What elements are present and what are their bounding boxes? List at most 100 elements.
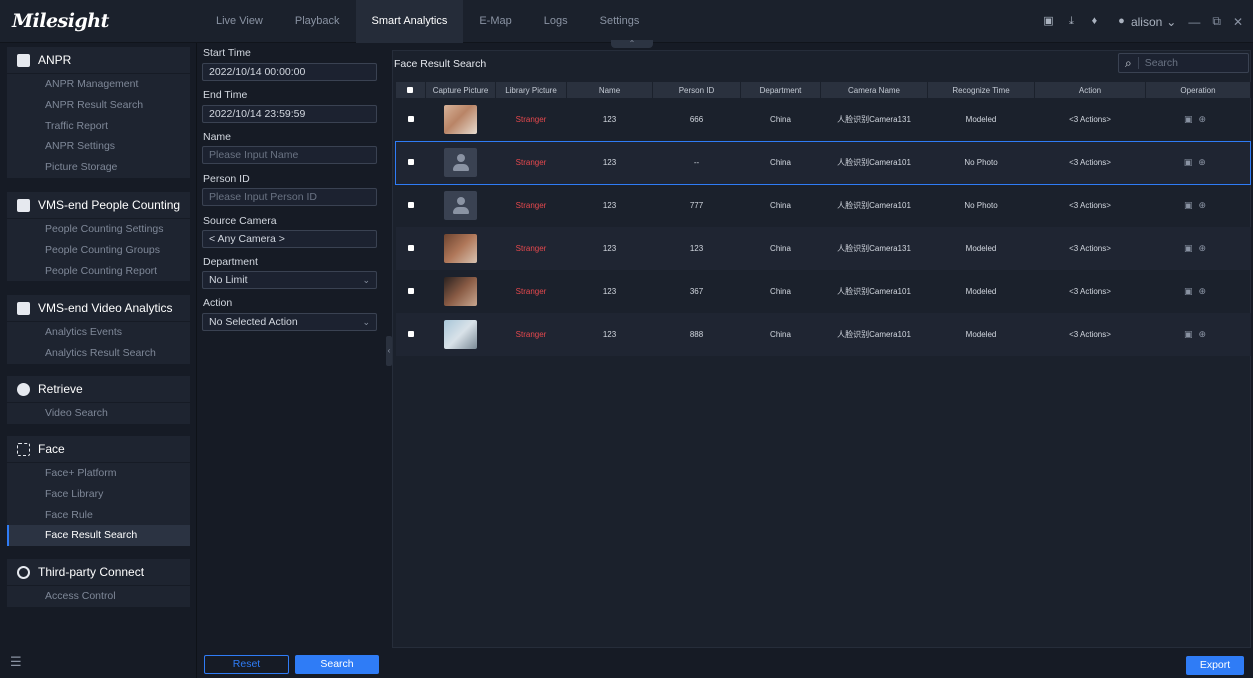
- group-head-people-counting[interactable]: VMS-end People Counting: [7, 192, 190, 219]
- detail-icon[interactable]: ▣: [1184, 157, 1199, 167]
- capture-picture[interactable]: [425, 227, 496, 270]
- sidebar-item-face-rule[interactable]: Face Rule: [7, 505, 190, 526]
- chevron-down-icon: ⌄: [362, 317, 370, 327]
- cell-operation: ▣⊕: [1146, 270, 1251, 313]
- export-button[interactable]: Export: [1186, 656, 1244, 675]
- capture-picture[interactable]: [425, 313, 496, 356]
- end-time-field[interactable]: 2022/10/14 23:59:59: [202, 105, 377, 123]
- detail-icon[interactable]: ▣: [1184, 286, 1199, 296]
- menu-collapse-icon[interactable]: ☰: [10, 654, 22, 670]
- sidebar-item-picture-storage[interactable]: Picture Storage: [7, 157, 190, 178]
- table-row[interactable]: Stranger 123 367 China 人脸识别Camera101 Mod…: [396, 270, 1251, 313]
- table-header: Capture Picture Library Picture Name Per…: [395, 82, 1251, 98]
- sidebar-item-face-result-search[interactable]: Face Result Search: [7, 525, 190, 547]
- start-time-field[interactable]: 2022/10/14 00:00:00: [202, 63, 377, 81]
- library-picture: Stranger: [515, 201, 547, 211]
- table-row[interactable]: Stranger 123 777 China 人脸识别Camera101 No …: [396, 184, 1251, 227]
- sidebar-item-face-platform[interactable]: Face+ Platform: [7, 463, 190, 484]
- detail-icon[interactable]: ▣: [1184, 200, 1199, 210]
- sidebar-item-people-counting-report[interactable]: People Counting Report: [7, 261, 190, 282]
- group-head-retrieve[interactable]: Retrieve: [7, 376, 190, 403]
- sidebar-item-face-library[interactable]: Face Library: [7, 484, 190, 505]
- sidebar-item-people-counting-settings[interactable]: People Counting Settings: [7, 219, 190, 240]
- nav-logs[interactable]: Logs: [528, 0, 584, 43]
- group-head-face[interactable]: Face: [7, 436, 190, 463]
- row-checkbox[interactable]: [396, 184, 426, 227]
- detail-icon[interactable]: ▣: [1184, 114, 1199, 124]
- capture-picture[interactable]: [426, 184, 496, 227]
- table-row[interactable]: Stranger 123 -- China 人脸识别Camera101 No P…: [395, 140, 1251, 185]
- capture-picture[interactable]: [425, 140, 496, 185]
- cell-action[interactable]: <3 Actions>: [1035, 184, 1146, 227]
- add-icon[interactable]: ⊕: [1198, 243, 1212, 253]
- nav-live-view[interactable]: Live View: [200, 0, 279, 43]
- cell-name: 123: [602, 201, 617, 211]
- person-id-input[interactable]: Please Input Person ID: [202, 188, 377, 206]
- row-checkbox[interactable]: [395, 227, 426, 270]
- detail-icon[interactable]: ▣: [1184, 243, 1199, 253]
- user-menu[interactable]: ● alison ⌄: [1116, 15, 1176, 29]
- search-button[interactable]: Search: [295, 655, 379, 674]
- group-head-anpr[interactable]: ANPR: [7, 47, 190, 74]
- cell-action[interactable]: <3 Actions>: [1034, 140, 1146, 185]
- nav-smart-analytics[interactable]: Smart Analytics: [355, 0, 464, 43]
- table-row[interactable]: Stranger 123 123 China 人脸识别Camera131 Mod…: [395, 227, 1251, 270]
- capture-picture[interactable]: [426, 270, 496, 313]
- sidebar-item-people-counting-groups[interactable]: People Counting Groups: [7, 240, 190, 261]
- collapse-topbar-tab[interactable]: ⌃: [611, 40, 653, 48]
- download-icon[interactable]: ⤓: [1066, 16, 1077, 27]
- cell-department: China: [740, 140, 821, 185]
- department-select[interactable]: No Limit ⌄: [202, 271, 377, 289]
- add-icon[interactable]: ⊕: [1198, 200, 1212, 210]
- nav-playback[interactable]: Playback: [279, 0, 356, 43]
- row-checkbox[interactable]: [395, 313, 426, 356]
- row-checkbox[interactable]: [395, 140, 426, 185]
- reset-button[interactable]: Reset: [204, 655, 289, 674]
- source-camera-select[interactable]: < Any Camera >: [202, 230, 377, 248]
- sidebar-item-anpr-result-search[interactable]: ANPR Result Search: [7, 95, 190, 116]
- name-input[interactable]: Please Input Name: [202, 146, 377, 164]
- sidebar-item-analytics-result-search[interactable]: Analytics Result Search: [7, 343, 190, 364]
- group-head-video-analytics[interactable]: VMS-end Video Analytics: [7, 295, 190, 322]
- cell-action[interactable]: <3 Actions>: [1035, 98, 1146, 141]
- detail-icon[interactable]: ▣: [1184, 329, 1199, 339]
- sidebar-item-traffic-report[interactable]: Traffic Report: [7, 116, 190, 137]
- cell-camera-name: 人脸识别Camera131: [820, 227, 928, 270]
- cell-action[interactable]: <3 Actions>: [1034, 227, 1146, 270]
- row-checkbox[interactable]: [396, 270, 426, 313]
- sidebar-item-access-control[interactable]: Access Control: [7, 586, 190, 607]
- cell-name: 123: [602, 287, 617, 296]
- cell-person-id: 777: [689, 201, 704, 211]
- nav-e-map[interactable]: E-Map: [463, 0, 527, 43]
- cell-action[interactable]: <3 Actions>: [1034, 313, 1146, 356]
- cell-camera-name: 人脸识别Camera131: [837, 114, 911, 124]
- sidebar-item-analytics-events[interactable]: Analytics Events: [7, 322, 190, 343]
- sidebar-item-video-search[interactable]: Video Search: [7, 403, 190, 424]
- action-select[interactable]: No Selected Action ⌄: [202, 313, 377, 331]
- capture-picture[interactable]: [426, 98, 496, 141]
- add-icon[interactable]: ⊕: [1198, 286, 1212, 296]
- group-video-analytics: VMS-end Video Analytics Analytics Events…: [7, 295, 190, 364]
- search-input[interactable]: ⌕ Search: [1118, 53, 1249, 73]
- close-icon[interactable]: ✕: [1233, 15, 1243, 29]
- restore-icon[interactable]: ⧉: [1212, 14, 1221, 29]
- cell-operation: ▣⊕: [1145, 140, 1251, 185]
- nav-settings[interactable]: Settings: [584, 0, 656, 43]
- group-head-third-party[interactable]: Third-party Connect: [7, 559, 190, 586]
- play-icon: [17, 382, 30, 396]
- add-icon[interactable]: ⊕: [1198, 329, 1212, 339]
- table-row[interactable]: Stranger 123 666 China 人脸识别Camera131 Mod…: [396, 98, 1251, 141]
- sidebar-item-anpr-management[interactable]: ANPR Management: [7, 74, 190, 95]
- add-icon[interactable]: ⊕: [1198, 157, 1212, 167]
- sidebar-item-anpr-settings[interactable]: ANPR Settings: [7, 136, 190, 157]
- row-checkbox[interactable]: [396, 98, 426, 141]
- user-name: alison: [1130, 14, 1163, 29]
- cell-action[interactable]: <3 Actions>: [1035, 270, 1146, 313]
- add-icon[interactable]: ⊕: [1198, 114, 1212, 124]
- top-right-tools: ▣ ⤓ ♦ ● alison ⌄ — ⧉ ✕: [1043, 0, 1243, 43]
- table-row[interactable]: Stranger 123 888 China 人脸识别Camera101 Mod…: [395, 313, 1251, 356]
- image-icon[interactable]: ▣: [1043, 16, 1054, 27]
- minimize-icon[interactable]: —: [1188, 15, 1200, 29]
- bell-icon[interactable]: ♦: [1089, 16, 1100, 27]
- select-all-checkbox[interactable]: [395, 82, 426, 98]
